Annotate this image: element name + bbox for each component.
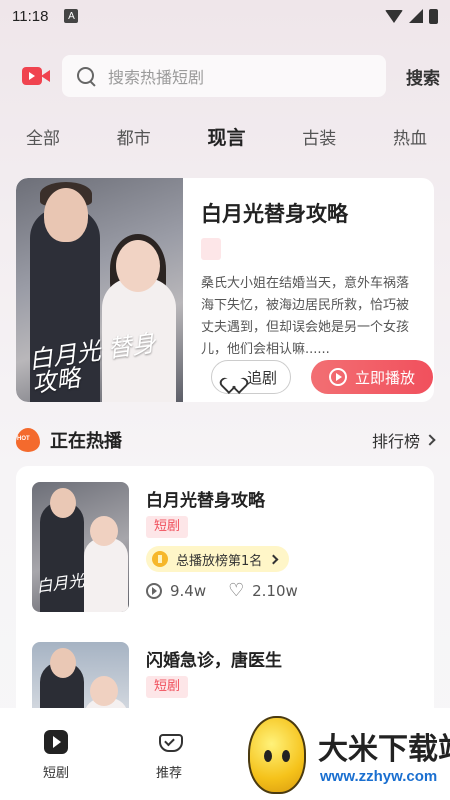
rank-badge[interactable]: 总播放榜第1名 [146,546,290,572]
nav-label: 短剧 [42,766,69,781]
featured-title: 白月光替身攻略 [201,202,348,226]
site-watermark: 大米下载站 www.zzhyw.com [244,710,450,800]
tab-all[interactable]: 全部 [26,124,60,149]
video-camera-logo-icon [20,60,52,92]
play-now-button[interactable]: 立即播放 [311,360,433,394]
chevron-right-icon [424,434,436,446]
play-now-label: 立即播放 [354,368,415,387]
category-tabs: 全部 都市 现言 古装 热血 [0,118,450,154]
item-title: 闪婚急诊，唐医生 [146,651,282,671]
follow-button[interactable]: 追剧 [211,360,291,394]
mascot-icon [248,716,306,794]
chevron-right-icon [268,554,279,564]
play-count: 9.4w [170,582,207,600]
heart-icon [225,369,241,385]
signal-icon [409,9,423,23]
ranking-label: 排行榜 [371,432,420,451]
play-count-icon [146,583,162,599]
search-icon [76,66,96,86]
tab-action[interactable]: 热血 [393,124,427,149]
status-bar: 11:18 A [0,0,450,32]
recommend-icon [157,730,183,754]
item-poster[interactable]: 白月光 [32,482,129,612]
hot-flame-icon: HOT [16,428,40,452]
wifi-icon [385,9,403,23]
list-item[interactable]: 白月光 白月光替身攻略 短剧 总播放榜第1名 9.4w 2.10w [32,482,422,614]
item-title: 白月光替身攻略 [146,491,265,511]
tab-modern-romance[interactable]: 现言 [207,123,245,150]
item-tag: 短剧 [146,676,189,698]
watermark-url: www.zzhyw.com [320,768,438,785]
featured-description: 桑氏大小姐在结婚当天，意外车祸落海下失忆，被海边居民所救，恰巧被丈夫遇到，但却误… [201,276,410,357]
notification-a-icon: A [64,9,79,23]
item-stats: 9.4w 2.10w [146,580,298,601]
play-circle-icon [328,368,347,386]
nav-recommend[interactable]: 推荐 [139,730,199,781]
drama-list: 白月光 白月光替身攻略 短剧 总播放榜第1名 9.4w 2.10w 闪婚急诊，唐… [16,466,434,772]
watermark-title: 大米下载站 [318,732,450,767]
ranking-link[interactable]: 排行榜 [371,428,436,452]
medal-icon [152,551,168,567]
tab-urban[interactable]: 都市 [117,124,151,149]
follow-label: 追剧 [246,368,277,387]
now-playing-header: HOT 正在热播 排行榜 [16,422,436,458]
tab-costume[interactable]: 古装 [302,124,336,149]
like-heart-icon [228,580,244,601]
play-icon [44,730,68,754]
section-title: 正在热播 [50,431,122,452]
search-button[interactable]: 搜索 [406,64,440,89]
featured-info: 白月光替身攻略 桑氏大小姐在结婚当天，意外车祸落海下失忆，被海边居民所救，恰巧被… [199,178,433,402]
item-tag: 短剧 [146,516,189,538]
featured-poster[interactable]: 白月光 替身攻略 [16,178,183,402]
battery-icon [429,8,438,24]
like-count: 2.10w [252,582,298,600]
search-input[interactable]: 搜索热播短剧 [62,55,386,97]
nav-short-drama[interactable]: 短剧 [26,730,86,781]
featured-tag [201,238,221,260]
rank-label: 总播放榜第1名 [176,553,263,569]
featured-drama-card[interactable]: 白月光 替身攻略 白月光替身攻略 桑氏大小姐在结婚当天，意外车祸落海下失忆，被海… [16,178,434,402]
status-indicators [385,8,438,24]
nav-label: 推荐 [155,766,182,781]
status-time: 11:18 [12,7,49,25]
search-placeholder: 搜索热播短剧 [108,68,205,87]
search-row: 搜索热播短剧 搜索 [20,54,440,98]
